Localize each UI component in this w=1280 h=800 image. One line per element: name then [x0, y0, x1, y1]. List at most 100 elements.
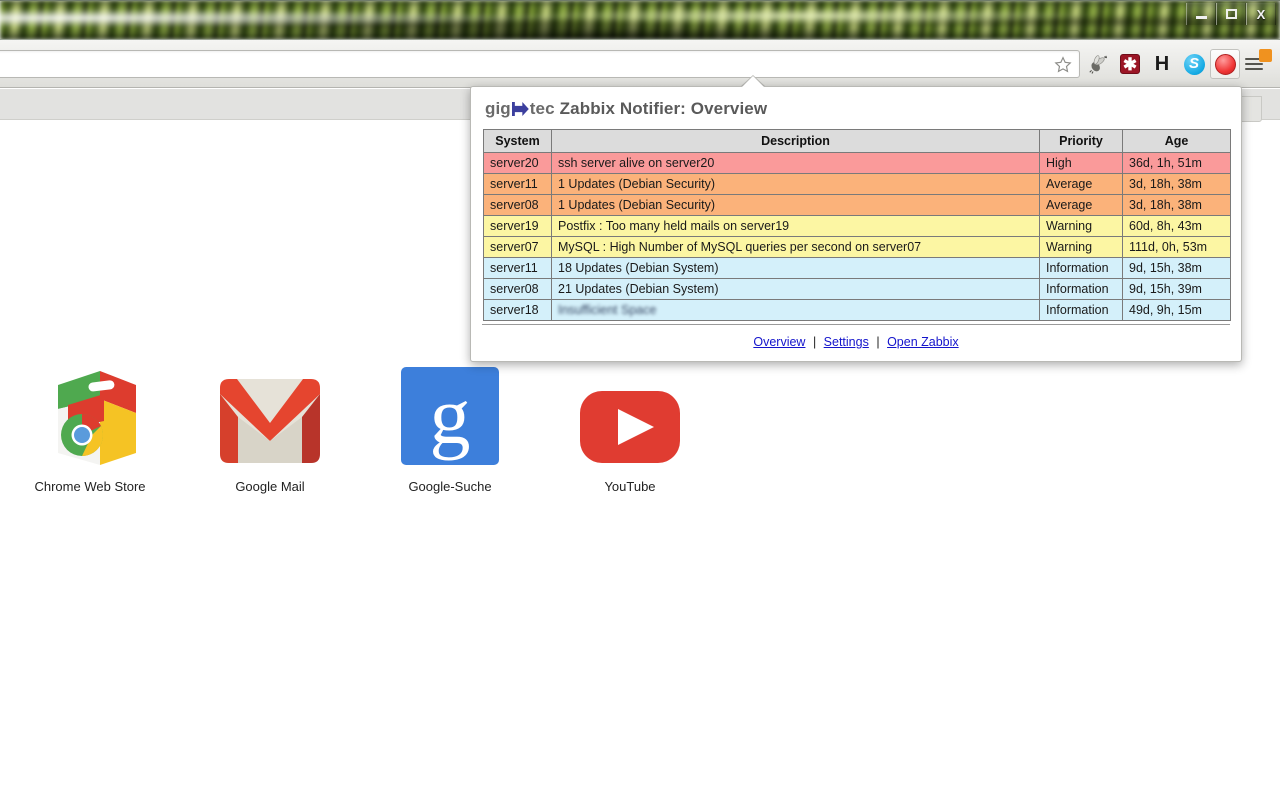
alerts-table-body: server20 ssh server alive on server20 High… — [483, 152, 1231, 321]
tile-label: Google Mail — [235, 479, 305, 494]
zabbix-notifier-popup: gig tec Zabbix Notifier: Overview System… — [470, 86, 1242, 362]
alerts-table: System Description Priority Age server20… — [483, 129, 1231, 321]
footer-separator-1: | — [812, 335, 817, 349]
cell-priority: High — [1039, 152, 1123, 174]
address-bar[interactable] — [0, 50, 1080, 78]
overview-link[interactable]: Overview — [753, 335, 805, 349]
hamburger-menu-icon — [1245, 49, 1272, 73]
table-row[interactable]: server08 21 Updates (Debian System) Inform… — [483, 278, 1231, 300]
maximize-button[interactable] — [1216, 3, 1246, 25]
cell-system: server11 — [483, 173, 552, 195]
fly-icon — [1089, 55, 1107, 74]
gmail-icon — [180, 355, 360, 465]
table-row[interactable]: server08 1 Updates (Debian Security) Avera… — [483, 194, 1231, 216]
youtube-icon — [540, 355, 720, 465]
h-extension-button[interactable]: H — [1146, 48, 1178, 80]
column-header-age[interactable]: Age — [1122, 129, 1231, 153]
cell-description: 18 Updates (Debian System) — [551, 257, 1040, 279]
tile-label: Google-Suche — [408, 479, 492, 494]
cell-description: ssh server alive on server20 — [551, 152, 1040, 174]
footer-divider — [482, 324, 1230, 325]
fly-extension-button[interactable] — [1082, 48, 1114, 80]
close-icon: X — [1256, 6, 1266, 22]
minimize-button[interactable] — [1186, 3, 1216, 25]
cell-description: Postfix : Too many held mails on server1… — [551, 215, 1040, 237]
cell-age: 3d, 18h, 38m — [1122, 194, 1231, 216]
shortcut-tiles: Chrome Web Store Google Mail g Google-Su… — [0, 355, 720, 494]
window-controls: X — [1186, 3, 1276, 25]
tile-youtube[interactable]: YouTube — [540, 355, 720, 494]
cell-system: server18 — [483, 299, 552, 321]
cell-description: MySQL : High Number of MySQL queries per… — [551, 236, 1040, 258]
cell-system: server19 — [483, 215, 552, 237]
popup-title: Zabbix Notifier: Overview — [559, 99, 768, 118]
cell-system: server11 — [483, 257, 552, 279]
brand-gig: gig — [485, 99, 511, 118]
column-header-system[interactable]: System — [483, 129, 552, 153]
cell-priority: Warning — [1039, 215, 1123, 237]
table-row[interactable]: server19 Postfix : Too many held mails on… — [483, 215, 1231, 237]
cell-description: Insufficient Space — [551, 299, 1040, 321]
cell-description: 1 Updates (Debian Security) — [551, 173, 1040, 195]
table-row[interactable]: server07 MySQL : High Number of MySQL que… — [483, 236, 1231, 258]
column-header-description[interactable]: Description — [551, 129, 1040, 153]
gigatec-arrow-logo-icon — [511, 102, 529, 116]
cell-system: server07 — [483, 236, 552, 258]
cell-age: 60d, 8h, 43m — [1122, 215, 1231, 237]
table-header-row: System Description Priority Age — [483, 129, 1231, 153]
bookmark-star-icon[interactable] — [1053, 55, 1073, 75]
table-row[interactable]: server18 Insufficient Space Information 49d… — [483, 299, 1231, 321]
cell-age: 111d, 0h, 53m — [1122, 236, 1231, 258]
asterisk-icon: ✱ — [1120, 54, 1140, 74]
table-row[interactable]: server11 18 Updates (Debian System) Inform… — [483, 257, 1231, 279]
tile-google-mail[interactable]: Google Mail — [180, 355, 360, 494]
cell-system: server08 — [483, 278, 552, 300]
cell-priority: Warning — [1039, 236, 1123, 258]
cell-age: 9d, 15h, 39m — [1122, 278, 1231, 300]
tile-label: Chrome Web Store — [34, 479, 146, 494]
cell-description: 21 Updates (Debian System) — [551, 278, 1040, 300]
popup-header: gig tec Zabbix Notifier: Overview — [471, 87, 1241, 129]
column-header-priority[interactable]: Priority — [1039, 129, 1123, 153]
tile-google-suche[interactable]: g Google-Suche — [360, 355, 540, 494]
table-row[interactable]: server20 ssh server alive on server20 High… — [483, 152, 1231, 174]
extension-toolbar: ✱ H S — [1082, 48, 1272, 80]
cell-priority: Average — [1039, 173, 1123, 195]
skype-icon: S — [1183, 53, 1205, 75]
close-button[interactable]: X — [1246, 3, 1276, 25]
popup-footer: Overview | Settings | Open Zabbix — [471, 324, 1241, 361]
settings-link[interactable]: Settings — [824, 335, 869, 349]
tile-chrome-web-store[interactable]: Chrome Web Store — [0, 355, 180, 494]
google-search-icon: g — [360, 355, 540, 465]
cell-priority: Information — [1039, 257, 1123, 279]
chrome-menu-button[interactable] — [1240, 48, 1272, 80]
browser-window: X ✱ H S Chrome Web Store Google Mail g G… — [0, 0, 1280, 800]
table-row[interactable]: server11 1 Updates (Debian Security) Avera… — [483, 173, 1231, 195]
alerts-table-head: System Description Priority Age — [483, 129, 1231, 153]
cell-priority: Information — [1039, 278, 1123, 300]
window-titlebar-wallpaper — [0, 0, 1280, 40]
cell-age: 3d, 18h, 38m — [1122, 173, 1231, 195]
cell-description: 1 Updates (Debian Security) — [551, 194, 1040, 216]
cell-priority: Average — [1039, 194, 1123, 216]
cell-age: 49d, 9h, 15m — [1122, 299, 1231, 321]
tile-label: YouTube — [604, 479, 656, 494]
h-letter-icon: H — [1154, 52, 1170, 75]
asterisk-extension-button[interactable]: ✱ — [1114, 48, 1146, 80]
footer-separator-2: | — [876, 335, 880, 349]
cell-age: 36d, 1h, 51m — [1122, 152, 1231, 174]
cell-system: server08 — [483, 194, 552, 216]
obscured-description-text: Insufficient Space — [558, 303, 657, 317]
brand-tec: tec — [529, 99, 555, 118]
svg-text:g: g — [430, 370, 471, 461]
chrome-web-store-icon — [0, 355, 180, 465]
zabbix-notifier-button[interactable] — [1210, 49, 1240, 79]
cell-system: server20 — [483, 152, 552, 174]
zabbix-notifier-icon — [1214, 53, 1236, 75]
cell-age: 9d, 15h, 38m — [1122, 257, 1231, 279]
browser-toolbar: ✱ H S — [0, 40, 1280, 88]
update-badge — [1259, 49, 1272, 62]
open-zabbix-link[interactable]: Open Zabbix — [887, 335, 959, 349]
skype-extension-button[interactable]: S — [1178, 48, 1210, 80]
cell-priority: Information — [1039, 299, 1123, 321]
